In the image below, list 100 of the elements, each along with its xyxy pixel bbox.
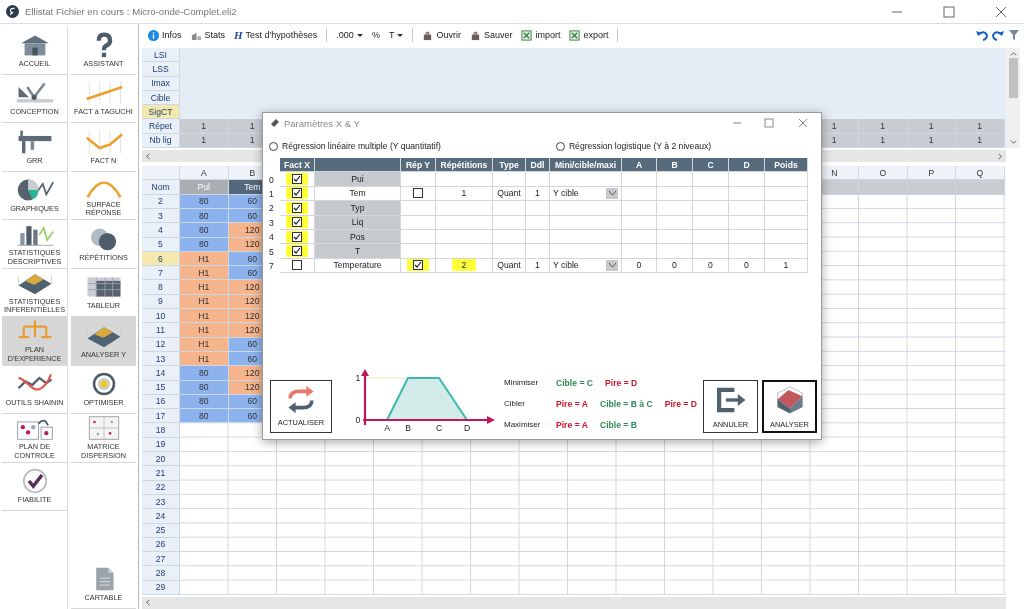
table-cell: 80 xyxy=(180,223,229,238)
axis-label: B xyxy=(405,423,411,433)
scrollbar-thumb[interactable] xyxy=(1008,58,1018,98)
checkbox[interactable] xyxy=(292,174,302,185)
dropdown[interactable]: Y cible xyxy=(550,258,622,274)
row-header: 14 xyxy=(142,366,180,381)
table-cell xyxy=(493,172,526,187)
checkbox[interactable] xyxy=(292,202,302,213)
column-name-cell xyxy=(859,180,908,195)
checkbox[interactable] xyxy=(292,231,302,242)
table-cell xyxy=(550,201,622,216)
table-cell xyxy=(622,201,657,216)
table-cell xyxy=(693,172,729,187)
column-header: Rép Y xyxy=(401,158,436,173)
chevron-left-icon[interactable] xyxy=(144,151,153,161)
table-cell: 1 xyxy=(907,119,956,134)
rule-text: Pire = D xyxy=(664,398,697,409)
table-cell xyxy=(526,229,550,245)
row-header: 28 xyxy=(142,566,180,581)
table-cell xyxy=(526,172,550,187)
table-cell: 80 xyxy=(180,366,229,381)
row-header: 17 xyxy=(142,409,180,424)
table-cell xyxy=(765,201,808,216)
toolbar-button[interactable]: Sauver xyxy=(467,28,515,42)
row-header: Répet xyxy=(142,119,180,134)
toolbar-button[interactable]: % xyxy=(369,29,382,41)
table-cell xyxy=(526,215,550,230)
checkmark-icon xyxy=(414,261,422,270)
table-cell xyxy=(729,229,765,245)
caret-icon xyxy=(356,32,363,38)
table-cell: 1 xyxy=(765,258,808,274)
table-cell xyxy=(526,201,550,216)
table-cell: Quant xyxy=(493,186,526,202)
table-cell xyxy=(693,201,729,216)
row-header: 10 xyxy=(142,309,180,324)
table-cell: Pui xyxy=(315,172,401,187)
table-cell xyxy=(436,215,493,230)
chevron-left-icon[interactable] xyxy=(144,598,153,608)
rule-text: Pire = A xyxy=(556,398,588,409)
row-header: LSI xyxy=(142,48,180,63)
column-header: O xyxy=(859,166,908,181)
checkbox[interactable] xyxy=(292,217,302,228)
toolbar-button[interactable]: Infos xyxy=(146,28,184,42)
toolbar-button[interactable]: import xyxy=(519,28,563,42)
table-cell xyxy=(657,186,693,202)
table-cell xyxy=(493,201,526,216)
toolbar-button[interactable]: Stats xyxy=(188,28,228,42)
table-cell xyxy=(550,215,622,230)
filter-icon[interactable] xyxy=(1008,29,1020,41)
checkbox[interactable] xyxy=(413,188,423,199)
axis-label: D xyxy=(463,423,471,433)
box-icon xyxy=(422,29,434,41)
table-cell xyxy=(622,172,657,187)
table-cell xyxy=(657,172,693,187)
column-header: C xyxy=(693,158,729,173)
row-header: 8 xyxy=(142,280,180,295)
table-cell xyxy=(765,186,808,202)
checkbox[interactable] xyxy=(292,246,302,257)
axis-label: A xyxy=(384,423,390,433)
table-cell xyxy=(622,186,657,202)
table-cell: Quant xyxy=(493,258,526,274)
toolbar-button[interactable]: H Test d'hypothèses xyxy=(232,28,320,42)
table-cell xyxy=(765,172,808,187)
app-logo-icon xyxy=(6,5,19,18)
corner-header xyxy=(142,166,180,181)
row-header: LSS xyxy=(142,62,180,77)
checkbox[interactable] xyxy=(292,260,302,271)
table-cell: Temperature xyxy=(315,258,401,274)
radio-button[interactable]: Régression logistique (Y à 2 niveaux) xyxy=(555,141,712,151)
rule-text: Pire = A xyxy=(556,419,588,430)
table-cell xyxy=(765,215,808,230)
redo-icon[interactable] xyxy=(992,29,1004,41)
column-header: P xyxy=(907,166,956,181)
dropdown[interactable]: Y cible xyxy=(550,186,622,202)
rule-label: Maximiser xyxy=(504,420,542,429)
row-header: 21 xyxy=(142,466,180,481)
row-header: SigCT xyxy=(142,105,180,120)
dropdown-button[interactable]: .000 xyxy=(334,29,365,41)
dialog-title: Paramètres X & Y xyxy=(284,117,360,129)
table-cell: 0 xyxy=(622,258,657,274)
toolbar-button[interactable]: Ouvrir xyxy=(420,28,463,42)
checkbox[interactable] xyxy=(292,188,302,199)
table-cell xyxy=(401,215,436,230)
table-cell: 1 xyxy=(526,186,550,202)
table-cell: Typ xyxy=(315,201,401,216)
info-icon xyxy=(148,29,159,41)
row-header: 18 xyxy=(142,423,180,438)
axis-label: C xyxy=(435,423,443,433)
column-header: Type xyxy=(493,158,526,173)
pen-icon xyxy=(271,119,279,127)
undo-icon[interactable] xyxy=(976,29,988,41)
spreadsheet-icon xyxy=(521,29,533,41)
dropdown-button[interactable]: T xyxy=(386,29,406,41)
checkbox[interactable] xyxy=(413,260,423,271)
table-cell xyxy=(622,244,657,259)
line-chart-icon xyxy=(83,128,124,155)
rule-text: Cible = B à C xyxy=(599,398,653,409)
toolbar-button[interactable]: export xyxy=(567,28,611,42)
table-cell xyxy=(729,201,765,216)
table-cell xyxy=(436,229,493,245)
